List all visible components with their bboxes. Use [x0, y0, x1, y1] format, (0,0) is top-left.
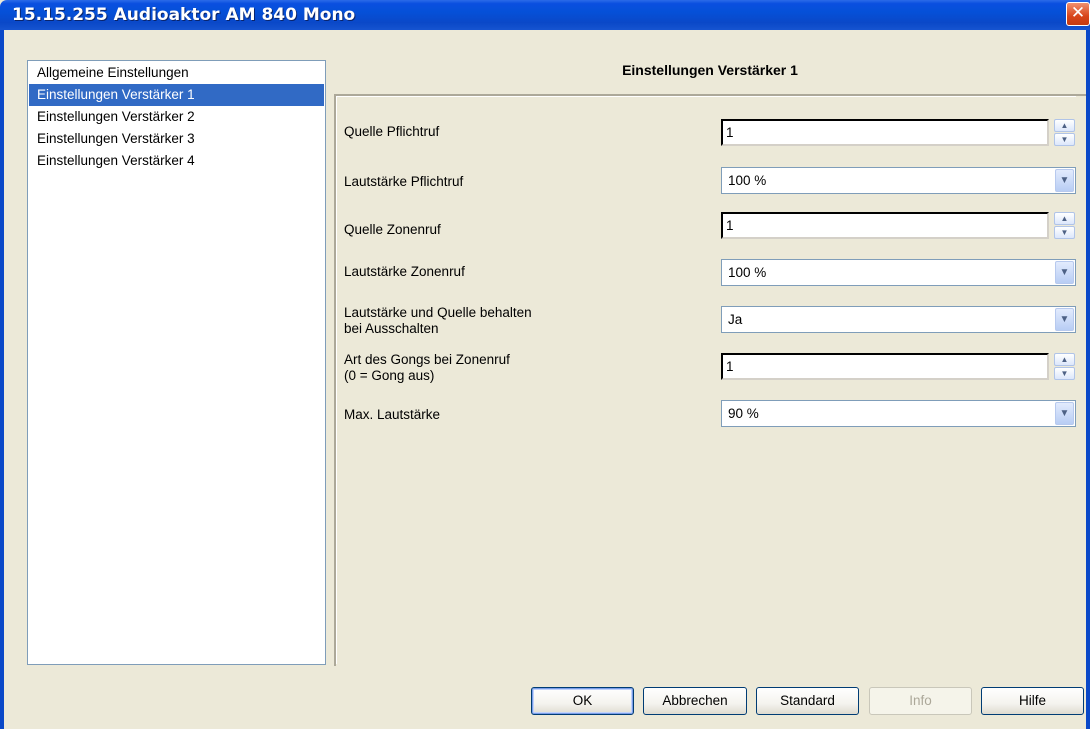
close-button[interactable]: ✕	[1066, 2, 1090, 26]
nav-item-allgemeine-einstellungen[interactable]: Allgemeine Einstellungen	[29, 62, 324, 84]
label-line-2: (0 = Gong aus)	[344, 368, 435, 383]
cancel-button[interactable]: Abbrechen	[643, 687, 747, 715]
nav-item-verstaerker-2[interactable]: Einstellungen Verstärker 2	[29, 106, 324, 128]
nav-item-verstaerker-1[interactable]: Einstellungen Verstärker 1	[29, 84, 324, 106]
chevron-down-icon[interactable]: ▼	[1055, 308, 1074, 331]
label-line-1: Lautstärke und Quelle behalten	[344, 305, 532, 320]
settings-nav-list[interactable]: Allgemeine Einstellungen Einstellungen V…	[27, 60, 326, 665]
spin-up-icon[interactable]: ▲	[1054, 353, 1075, 366]
title-bar[interactable]: 15.15.255 Audioaktor AM 840 Mono ✕	[0, 0, 1090, 30]
label-lautstaerke-quelle-behalten: Lautstärke und Quelle behalten bei Aussc…	[344, 305, 532, 337]
window-title: 15.15.255 Audioaktor AM 840 Mono	[12, 5, 356, 25]
quelle-zonenruf-input[interactable]: 1	[721, 212, 1049, 239]
label-quelle-zonenruf: Quelle Zonenruf	[344, 222, 441, 237]
nav-item-verstaerker-3[interactable]: Einstellungen Verstärker 3	[29, 128, 324, 150]
spin-down-icon[interactable]: ▼	[1054, 133, 1075, 146]
quelle-pflichtruf-value: 1	[726, 125, 734, 140]
quelle-pflichtruf-stepper[interactable]: ▲ ▼	[1054, 119, 1075, 146]
lautstaerke-quelle-behalten-value: Ja	[728, 312, 743, 327]
lautstaerke-zonenruf-value: 100 %	[728, 265, 767, 280]
window-frame-right	[1086, 30, 1090, 729]
spin-down-icon[interactable]: ▼	[1054, 367, 1075, 380]
lautstaerke-pflichtruf-dropdown[interactable]: 100 % ▼	[721, 167, 1076, 194]
window-frame-left	[0, 30, 4, 729]
label-max-lautstaerke: Max. Lautstärke	[344, 407, 441, 422]
nav-item-verstaerker-4[interactable]: Einstellungen Verstärker 4	[29, 150, 324, 172]
chevron-down-icon[interactable]: ▼	[1055, 402, 1074, 425]
lautstaerke-quelle-behalten-dropdown[interactable]: Ja ▼	[721, 306, 1076, 333]
quelle-pflichtruf-input[interactable]: 1	[721, 119, 1049, 146]
lautstaerke-zonenruf-dropdown[interactable]: 100 % ▼	[721, 259, 1076, 286]
lautstaerke-pflichtruf-value: 100 %	[728, 173, 767, 188]
max-lautstaerke-dropdown[interactable]: 90 % ▼	[721, 400, 1076, 427]
label-line-1: Art des Gongs bei Zonenruf	[344, 352, 510, 367]
quelle-zonenruf-stepper[interactable]: ▲ ▼	[1054, 212, 1075, 239]
panel-title: Einstellungen Verstärker 1	[622, 62, 798, 78]
spin-up-icon[interactable]: ▲	[1054, 212, 1075, 225]
info-button: Info	[869, 687, 972, 715]
label-line-2: bei Ausschalten	[344, 321, 439, 336]
chevron-down-icon[interactable]: ▼	[1055, 261, 1074, 284]
spin-down-icon[interactable]: ▼	[1054, 226, 1075, 239]
max-lautstaerke-value: 90 %	[728, 406, 759, 421]
label-quelle-pflichtruf: Quelle Pflichtruf	[344, 124, 440, 139]
standard-button[interactable]: Standard	[756, 687, 859, 715]
art-des-gongs-value: 1	[726, 359, 734, 374]
chevron-down-icon[interactable]: ▼	[1055, 169, 1074, 192]
label-lautstaerke-zonenruf: Lautstärke Zonenruf	[344, 264, 465, 279]
label-lautstaerke-pflichtruf: Lautstärke Pflichtruf	[344, 174, 464, 189]
quelle-zonenruf-value: 1	[726, 218, 734, 233]
art-des-gongs-input[interactable]: 1	[721, 353, 1049, 380]
help-button[interactable]: Hilfe	[981, 687, 1084, 715]
ok-button[interactable]: OK	[531, 687, 634, 715]
art-des-gongs-stepper[interactable]: ▲ ▼	[1054, 353, 1075, 380]
spin-up-icon[interactable]: ▲	[1054, 119, 1075, 132]
label-art-des-gongs: Art des Gongs bei Zonenruf (0 = Gong aus…	[344, 352, 510, 384]
